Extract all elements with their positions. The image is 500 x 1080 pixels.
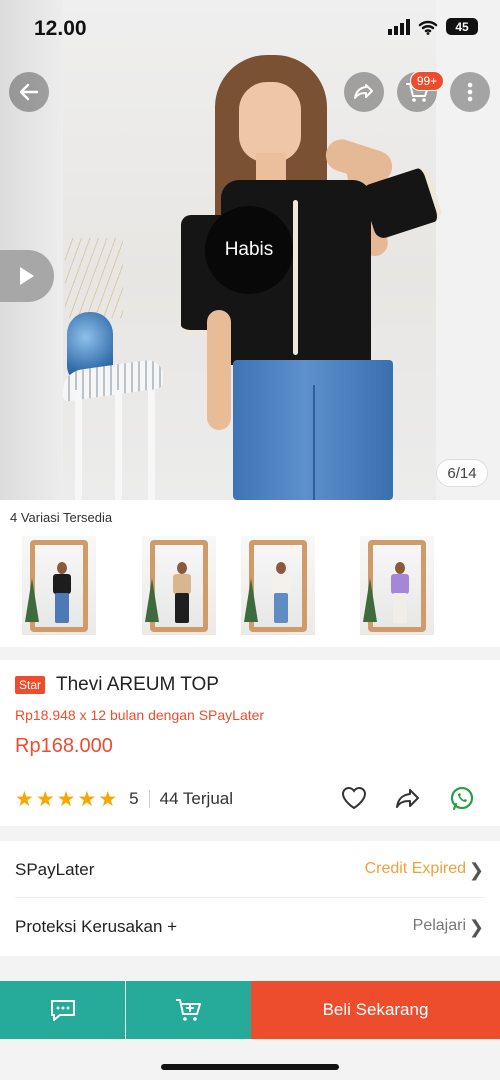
rating-stars: ★ ★ ★ ★ ★ <box>15 789 117 810</box>
back-button[interactable] <box>9 72 49 112</box>
installment-info[interactable]: Rp18.948 x 12 bulan dengan SPayLater <box>15 707 264 723</box>
variations-title: 4 Variasi Tersedia <box>10 510 113 525</box>
buy-now-button[interactable]: Beli Sekarang <box>251 981 500 1039</box>
video-play-button[interactable] <box>0 250 54 302</box>
battery-indicator: 45 <box>446 18 478 35</box>
arrow-left-icon <box>19 83 39 101</box>
product-actions <box>340 785 476 811</box>
product-price: Rp168.000 <box>15 735 113 757</box>
row-value: Pelajari <box>412 917 466 934</box>
decor-table <box>63 357 163 500</box>
row-label: SPayLater <box>15 860 95 879</box>
chevron-right-icon: ❯ <box>468 917 484 937</box>
star-icon: ★ <box>56 787 76 811</box>
status-icons: 45 <box>388 18 478 35</box>
more-vertical-icon <box>467 82 473 102</box>
divider <box>148 790 150 808</box>
heart-icon[interactable] <box>340 785 368 811</box>
status-bar: 12.00 45 <box>0 0 500 60</box>
product-info: Star Thevi AREUM TOP Rp18.948 x 12 bulan… <box>0 660 500 826</box>
variation-thumbnail[interactable] <box>241 536 315 635</box>
variation-thumbnail[interactable] <box>360 536 434 635</box>
star-icon: ★ <box>77 787 97 811</box>
add-to-cart-button[interactable] <box>126 981 251 1039</box>
signal-icon <box>388 18 410 35</box>
wifi-icon <box>418 20 438 35</box>
rating-value: 5 <box>129 789 139 808</box>
add-to-cart-icon <box>175 999 201 1021</box>
sold-out-overlay: Habis <box>205 206 293 294</box>
variations-section: 4 Variasi Tersedia <box>0 500 500 647</box>
cart-count-badge: 99+ <box>410 71 444 91</box>
decor-twigs <box>65 238 123 318</box>
chat-button[interactable] <box>0 981 125 1039</box>
spaylater-row[interactable]: SPayLater Credit Expired ❯ <box>0 841 500 898</box>
protection-row[interactable]: Proteksi Kerusakan + Pelajari ❯ <box>0 898 500 955</box>
variation-thumbnail[interactable] <box>142 536 216 635</box>
row-label: Proteksi Kerusakan + <box>15 917 178 936</box>
sold-count: 44 Terjual <box>159 789 234 808</box>
image-counter: 6/14 <box>436 459 488 487</box>
play-icon <box>20 267 34 285</box>
share-button[interactable] <box>344 72 384 112</box>
variation-thumbnail[interactable] <box>22 536 96 635</box>
star-icon: ★ <box>15 787 34 811</box>
product-title: Thevi AREUM TOP <box>56 674 219 695</box>
bottom-action-bar: Beli Sekarang <box>0 981 500 1039</box>
home-indicator <box>161 1064 339 1070</box>
whatsapp-icon[interactable] <box>448 785 476 811</box>
product-image-carousel[interactable]: 99+ Habis 6/14 <box>0 0 500 500</box>
star-seller-badge: Star <box>15 676 46 694</box>
product-detail-page: 99+ Habis 6/14 12.00 45 4 Variasi Tersed… <box>0 0 500 1080</box>
info-list: SPayLater Credit Expired ❯ Proteksi Keru… <box>0 841 500 956</box>
row-value: Credit Expired <box>364 860 466 877</box>
chat-icon <box>50 1000 75 1021</box>
chevron-right-icon: ❯ <box>468 860 484 880</box>
star-icon: ★ <box>35 787 55 811</box>
more-button[interactable] <box>450 72 490 112</box>
status-time: 12.00 <box>34 17 87 40</box>
share-icon[interactable] <box>394 785 422 811</box>
star-icon: ★ <box>98 787 118 811</box>
share-icon <box>354 84 373 99</box>
